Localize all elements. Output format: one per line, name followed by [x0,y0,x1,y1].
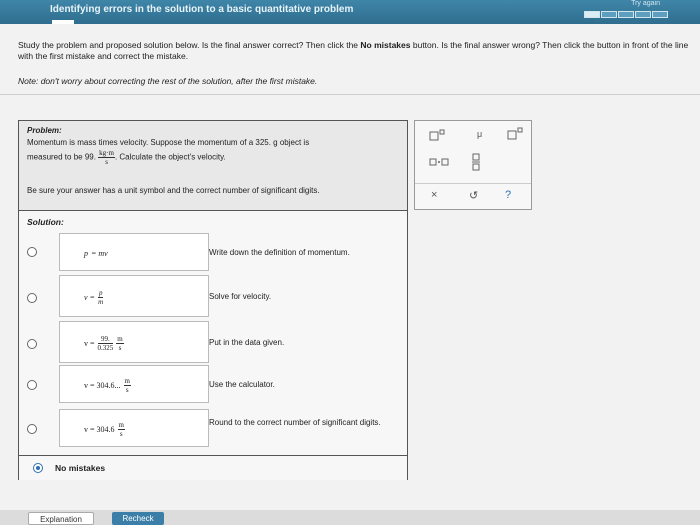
step-explanation: Use the calculator. [209,380,275,389]
solution-step: v = 99. 0.325 ms Put in the data given. [19,321,407,363]
no-mistakes-radio[interactable] [33,463,43,473]
step-equation: v = 304.6 ms [59,409,209,447]
instructions: Study the problem and proposed solution … [18,40,689,61]
solution-step: v = 304.6... ms Use the calculator. [19,365,407,405]
undo-icon[interactable]: ↺ [469,189,478,202]
solution-label: Solution: [27,217,64,227]
superscript-icon[interactable] [507,127,523,143]
problem-line2: measured to be 99. kg·m s . Calculate th… [27,149,226,166]
note: Note: don't worry about correcting the r… [18,76,318,86]
step-equation: v = pm [59,275,209,317]
problem-label: Problem: [27,126,62,135]
progress-segment [635,11,651,18]
problem-line3: Be sure your answer has a unit symbol an… [27,186,320,195]
step-equation: v = 304.6... ms [59,365,209,403]
problem-statement: Problem: Momentum is mass times velocity… [19,121,407,211]
recheck-button[interactable]: Recheck [112,512,164,525]
step-equation: v = 99. 0.325 ms [59,321,209,363]
top-bar: Identifying errors in the solution to a … [0,0,700,24]
step-explanation: Put in the data given. [209,338,285,347]
step-radio[interactable] [27,293,37,303]
fraction-icon[interactable] [471,153,481,173]
no-mistakes-option[interactable]: No mistakes [19,455,407,480]
momentum-unit: kg·m s [98,149,115,166]
help-icon[interactable]: ? [505,189,511,201]
mu-symbol-button[interactable]: μ [477,129,482,139]
no-mistakes-label: No mistakes [55,463,106,473]
step-explanation: Solve for velocity. [209,292,272,301]
step-radio[interactable] [27,339,37,349]
toolbar-divider [415,183,531,184]
progress-segment [601,11,617,18]
close-icon[interactable]: × [431,189,437,201]
solution-step: p = mv Write down the definition of momen… [19,233,407,273]
try-again-link[interactable]: Try again [631,0,660,7]
step-radio[interactable] [27,424,37,434]
progress-segment [584,11,600,18]
solution-step: v = pm Solve for velocity. [19,275,407,317]
divider [0,94,700,95]
subscript-superscript-icon[interactable] [429,129,445,145]
step-radio[interactable] [27,247,37,257]
step-explanation: Round to the correct number of significa… [209,418,381,427]
solution-step: v = 304.6 ms Round to the correct number… [19,409,407,449]
main-content: Study the problem and proposed solution … [0,24,700,525]
multiply-dot-icon[interactable] [429,157,449,169]
math-toolbar: μ × ↺ ? [414,120,532,210]
step-equation: p = mv [59,233,209,271]
problem-panel: Problem: Momentum is mass times velocity… [18,120,408,480]
problem-line1: Momentum is mass times velocity. Suppose… [27,138,310,147]
explanation-button[interactable]: Explanation [28,512,94,525]
progress-segment [618,11,634,18]
progress-indicator [584,11,668,18]
progress-segment [652,11,668,18]
page-title: Identifying errors in the solution to a … [50,4,354,15]
step-radio[interactable] [27,380,37,390]
bottom-bar [0,510,700,525]
step-explanation: Write down the definition of momentum. [209,248,350,257]
